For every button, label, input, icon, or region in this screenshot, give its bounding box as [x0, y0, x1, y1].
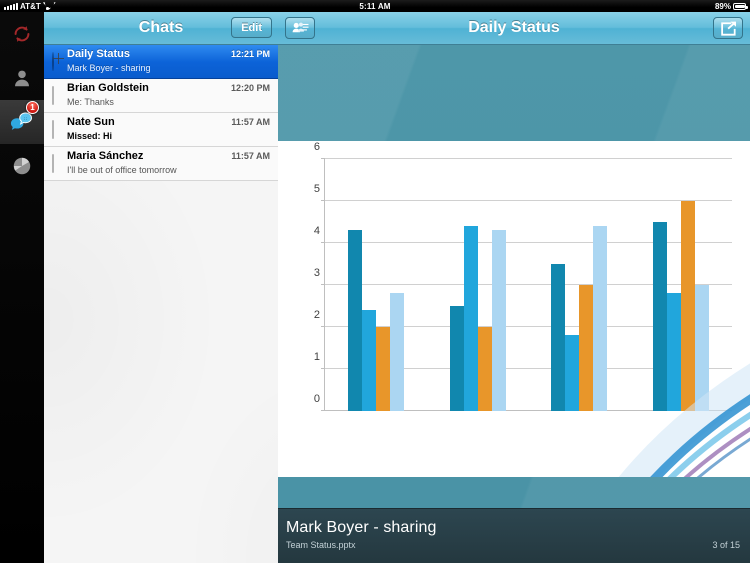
chart-plot-area: 0 1 2 3 4 5 6 — [314, 141, 732, 411]
chart-group — [630, 159, 732, 411]
chart-bar — [389, 293, 404, 411]
chart-bar-groups — [325, 159, 732, 411]
chart-bar — [667, 293, 682, 411]
roster-button[interactable] — [285, 17, 315, 39]
chart-bar — [579, 285, 594, 411]
chat-row-time: 11:57 AM — [231, 151, 270, 161]
shared-slide-stage[interactable]: 0 1 2 3 4 5 6 — [278, 45, 750, 508]
chat-row-subtitle: I'll be out of office tomorrow — [67, 165, 177, 175]
chats-column: Chats Edit Daily Status Mark Boyer - sha… — [44, 12, 278, 563]
presenter-name: Mark Boyer - sharing — [286, 519, 437, 536]
battery-icon — [733, 2, 748, 10]
chat-row-time: 12:20 PM — [230, 83, 270, 93]
chats-unread-badge: 1 — [26, 101, 39, 114]
chat-row-nate-sun[interactable]: Nate Sun Missed: Hi 11:57 AM — [44, 113, 278, 147]
meetings-icon — [13, 157, 31, 175]
chart-bar — [463, 226, 478, 411]
chart-bar — [449, 306, 464, 411]
chat-row-brian-goldstein[interactable]: Brian Goldstein Me: Thanks 12:20 PM — [44, 79, 278, 113]
chat-row-subtitle: Mark Boyer - sharing — [67, 63, 151, 73]
chart-bar — [347, 230, 362, 411]
chart-bar — [681, 201, 696, 411]
slide-canvas: 0 1 2 3 4 5 6 — [278, 141, 750, 477]
chart-y-tick-label: 0 — [313, 393, 320, 405]
chart-bar — [695, 285, 710, 411]
shared-file-name: Team Status.pptx — [286, 540, 356, 550]
svg-text:::: :: — [24, 116, 28, 122]
chart-group — [325, 159, 427, 411]
conversation-title: Daily Status — [468, 19, 560, 36]
chat-row-time: 11:57 AM — [231, 117, 270, 127]
chat-row-maria-sanchez[interactable]: Maria Sánchez I'll be out of office tomo… — [44, 147, 278, 181]
chats-header: Chats Edit — [44, 12, 278, 45]
chart-bar — [565, 335, 580, 411]
chats-title: Chats — [138, 19, 184, 36]
share-icon — [720, 20, 736, 36]
ios-status-bar: AT&T 5:11 AM 89% — [0, 0, 750, 12]
conversation-header: Daily Status — [278, 12, 750, 45]
rail-item-chats[interactable]: :: 1 — [0, 100, 44, 144]
chat-row-time: 12:21 PM — [230, 49, 270, 59]
chat-row-subtitle: Me: Thanks — [67, 97, 114, 107]
chart-bar — [551, 264, 566, 411]
chart-bar — [653, 222, 668, 411]
conversation-pane: Daily Status 0 1 2 3 4 5 6 Mark Boyer - sharin… — [278, 12, 750, 563]
chart-bar — [593, 226, 608, 411]
chat-row-subtitle: Missed: Hi — [67, 131, 113, 141]
chart-bar — [477, 327, 492, 411]
status-bar-right: 89% — [714, 1, 748, 11]
rail-item-contacts[interactable] — [0, 56, 44, 100]
chart-y-tick-label: 1 — [313, 351, 320, 363]
chats-icon: :: — [10, 112, 32, 130]
share-button[interactable] — [713, 17, 743, 39]
presence-away-icon — [52, 154, 63, 173]
bar-chart: 0 1 2 3 4 5 6 — [294, 141, 732, 429]
presence-busy-icon — [52, 120, 63, 139]
refresh-icon — [14, 26, 30, 42]
edit-button-label: Edit — [241, 21, 262, 34]
contacts-icon — [15, 70, 29, 87]
chart-bar — [375, 327, 390, 411]
chat-list: Daily Status Mark Boyer - sharing 12:21 … — [44, 45, 278, 181]
chart-group — [427, 159, 529, 411]
chart-y-tick-label: 2 — [313, 309, 320, 321]
ipad-lync-screen: AT&T 5:11 AM 89%:: 1 Chats Edit Daily S… — [0, 0, 750, 563]
chart-y-tick-label: 3 — [313, 267, 320, 279]
chart-group — [529, 159, 631, 411]
presenter-caption-bar: Mark Boyer - sharing Team Status.pptx 3 … — [278, 508, 750, 563]
presence-available-icon — [52, 86, 63, 105]
status-bar-clock: 5:11 AM — [359, 1, 391, 11]
conference-globe-icon — [52, 52, 63, 71]
slide-page-indicator: 3 of 15 — [712, 540, 740, 550]
rail-item-refresh[interactable] — [0, 12, 44, 56]
chart-y-tick-label: 6 — [313, 141, 320, 153]
chat-row-daily-status[interactable]: Daily Status Mark Boyer - sharing 12:21 … — [44, 45, 278, 79]
chart-bar — [361, 310, 376, 411]
rail-item-meetings[interactable] — [0, 144, 44, 188]
edit-button[interactable]: Edit — [231, 17, 272, 38]
roster-icon — [292, 22, 308, 33]
chart-y-tick-label: 5 — [313, 183, 320, 195]
chart-bar — [491, 230, 506, 411]
app-icon-rail: :: 1 — [0, 12, 44, 563]
chart-y-tick-label: 4 — [313, 225, 320, 237]
battery-percent-label: 89% — [714, 1, 731, 11]
